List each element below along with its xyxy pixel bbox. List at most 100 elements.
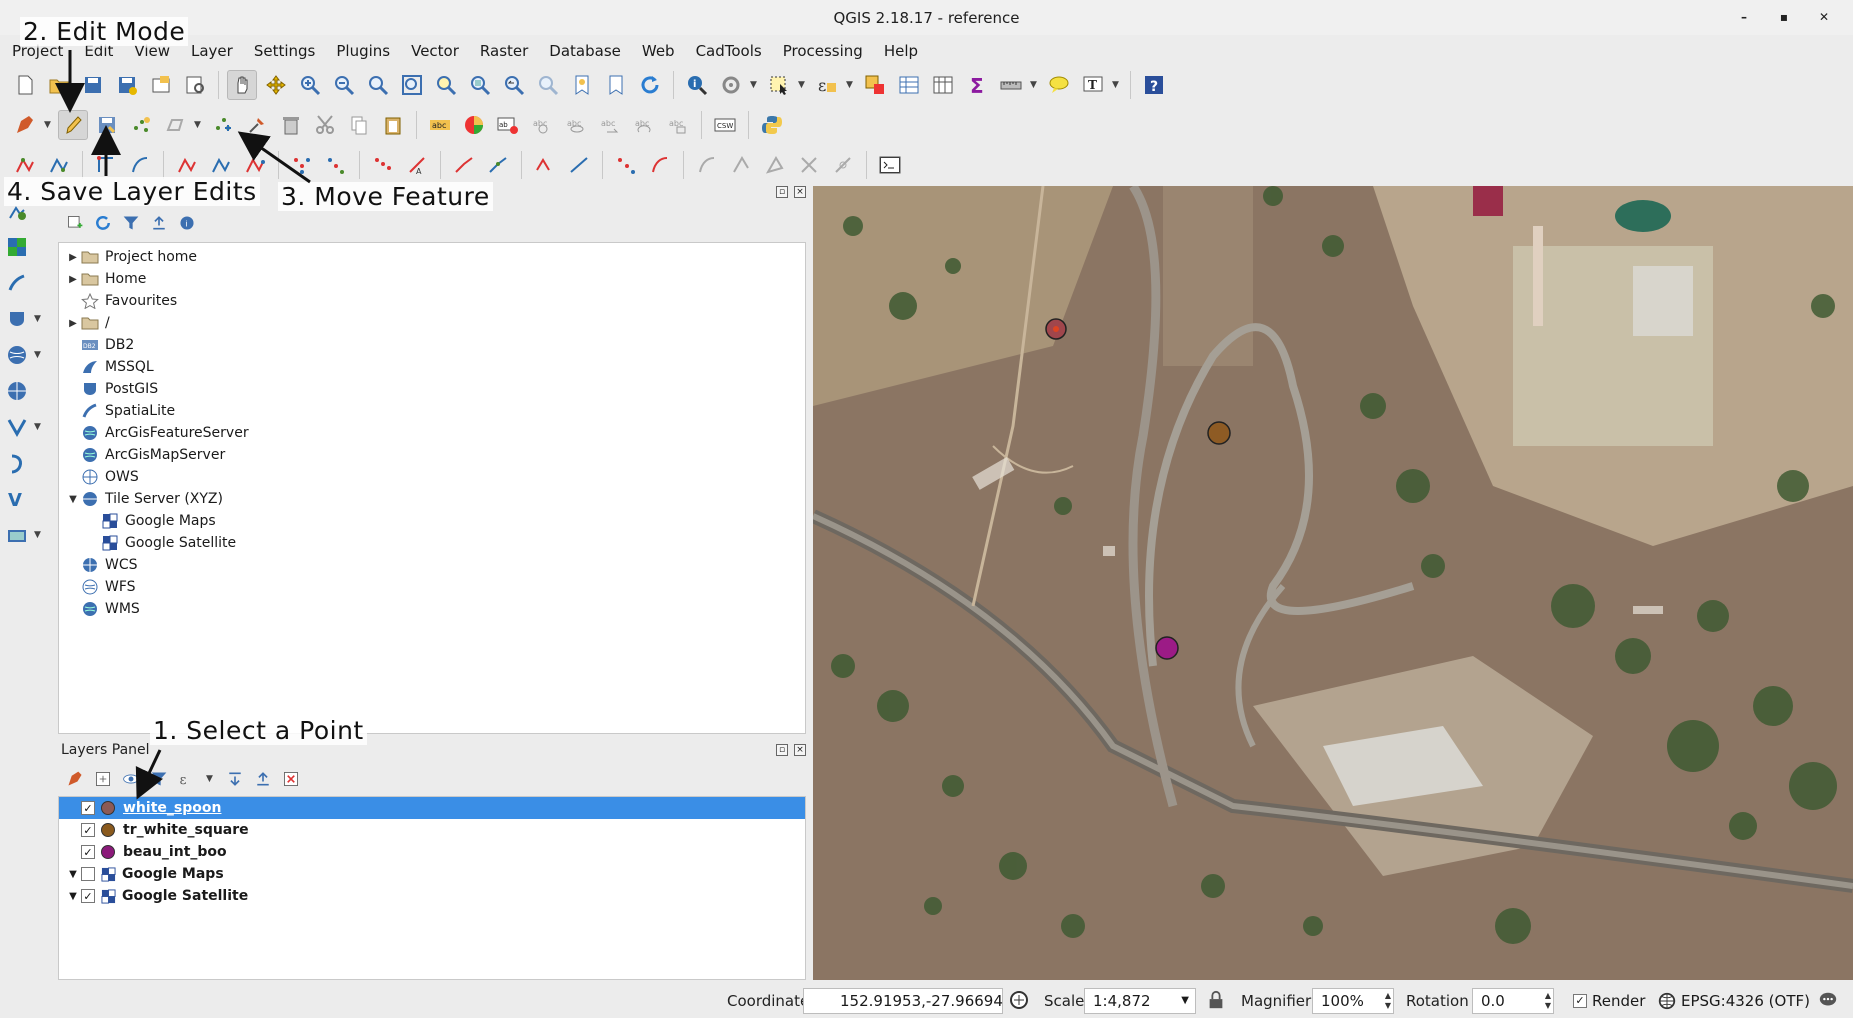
digitize-12-icon[interactable] bbox=[449, 150, 479, 180]
metasearch-icon[interactable]: CSW bbox=[710, 110, 740, 140]
add-raster-layer-icon[interactable] bbox=[6, 233, 28, 261]
info-icon[interactable]: i bbox=[178, 214, 196, 232]
toggle-editing-icon[interactable] bbox=[58, 110, 88, 140]
digitize-14-icon[interactable] bbox=[530, 150, 560, 180]
float-panel-icon[interactable]: ▫ bbox=[776, 744, 788, 756]
chevron-down-icon[interactable]: ▼ bbox=[206, 774, 216, 784]
move-label-icon[interactable]: abc bbox=[561, 110, 591, 140]
zoom-to-layer-icon[interactable] bbox=[465, 70, 495, 100]
cut-features-icon[interactable] bbox=[310, 110, 340, 140]
spin-arrows-icon[interactable]: ▲ ▼ bbox=[1385, 991, 1391, 1011]
zoom-out-icon[interactable] bbox=[329, 70, 359, 100]
composer-manager-icon[interactable] bbox=[180, 70, 210, 100]
chevron-down-icon[interactable]: ▼ bbox=[846, 80, 856, 90]
zoom-in-icon[interactable] bbox=[295, 70, 325, 100]
pan-to-selection-icon[interactable] bbox=[261, 70, 291, 100]
digitize-3-icon[interactable] bbox=[91, 150, 121, 180]
add-wms-icon[interactable]: ▼ bbox=[6, 341, 44, 369]
digitize-22-icon[interactable] bbox=[828, 150, 858, 180]
paste-features-icon[interactable] bbox=[378, 110, 408, 140]
browser-item-root[interactable]: ▶ / bbox=[59, 312, 805, 334]
delete-selected-icon[interactable] bbox=[276, 110, 306, 140]
attribute-table-icon[interactable] bbox=[894, 70, 924, 100]
layer-row-tr-white-square[interactable]: ✓ tr_white_square bbox=[59, 819, 805, 841]
refresh-icon[interactable] bbox=[94, 214, 112, 232]
label-tool-icon[interactable]: abc bbox=[663, 110, 693, 140]
expand-arrow-icon[interactable]: ▼ bbox=[65, 494, 81, 505]
browser-item-postgis[interactable]: PostGIS bbox=[59, 378, 805, 400]
new-gpx-icon[interactable] bbox=[6, 449, 28, 477]
collapse-all-icon[interactable] bbox=[254, 770, 272, 788]
lock-scale-icon[interactable] bbox=[1206, 989, 1226, 1015]
move-feature-icon[interactable] bbox=[208, 110, 238, 140]
identify-icon[interactable]: i bbox=[682, 70, 712, 100]
diagram-icon[interactable] bbox=[459, 110, 489, 140]
pin-labels-icon[interactable]: ab bbox=[493, 110, 523, 140]
expand-arrow-icon[interactable]: ▶ bbox=[65, 318, 81, 329]
rotation-spinbox[interactable]: 0.0 ▲ ▼ bbox=[1472, 987, 1554, 1014]
digitize-7-icon[interactable] bbox=[240, 150, 270, 180]
browser-item-spatialite[interactable]: SpatiaLite bbox=[59, 400, 805, 422]
add-spatialite-icon[interactable] bbox=[6, 269, 28, 297]
digitize-19-icon[interactable] bbox=[726, 150, 756, 180]
browser-item-mssql[interactable]: MSSQL bbox=[59, 356, 805, 378]
remove-layer-icon[interactable] bbox=[282, 770, 300, 788]
copy-features-icon[interactable] bbox=[344, 110, 374, 140]
text-annotation-icon[interactable]: T bbox=[1078, 70, 1108, 100]
refresh-icon[interactable] bbox=[635, 70, 665, 100]
close-panel-icon[interactable]: × bbox=[794, 744, 806, 756]
filter-by-expression-icon[interactable]: ε bbox=[178, 770, 196, 788]
layer-visibility-checkbox[interactable]: ✓ bbox=[81, 823, 95, 837]
new-project-icon[interactable] bbox=[10, 70, 40, 100]
menu-vector[interactable]: Vector bbox=[411, 42, 459, 60]
zoom-last-icon[interactable] bbox=[499, 70, 529, 100]
digitize-18-icon[interactable] bbox=[692, 150, 722, 180]
statistics-icon[interactable]: Σ bbox=[962, 70, 992, 100]
digitize-16-icon[interactable] bbox=[611, 150, 641, 180]
browser-item-tile-server[interactable]: ▼ Tile Server (XYZ) bbox=[59, 488, 805, 510]
chevron-down-icon[interactable]: ▼ bbox=[798, 80, 808, 90]
new-bookmark-icon[interactable] bbox=[567, 70, 597, 100]
browser-item-ows[interactable]: OWS bbox=[59, 466, 805, 488]
layer-row-google-satellite[interactable]: ▼ ✓ Google Satellite bbox=[59, 885, 805, 907]
layer-visibility-checkbox[interactable] bbox=[81, 867, 95, 881]
menu-help[interactable]: Help bbox=[884, 42, 918, 60]
digitize-13-icon[interactable] bbox=[483, 150, 513, 180]
add-virtual-layer-icon[interactable]: V bbox=[6, 485, 28, 513]
add-selected-layers-icon[interactable] bbox=[66, 214, 84, 232]
minimize-button[interactable]: – bbox=[1735, 8, 1753, 26]
expand-all-icon[interactable] bbox=[226, 770, 244, 788]
select-by-expression-icon[interactable]: ε bbox=[812, 70, 842, 100]
add-group-icon[interactable] bbox=[94, 770, 112, 788]
layer-row-google-maps[interactable]: ▼ Google Maps bbox=[59, 863, 805, 885]
measure-icon[interactable] bbox=[996, 70, 1026, 100]
maximize-button[interactable]: ▪ bbox=[1775, 8, 1793, 26]
messages-icon[interactable] bbox=[1817, 990, 1839, 1014]
digitize-15-icon[interactable] bbox=[564, 150, 594, 180]
terminal-icon[interactable] bbox=[875, 150, 905, 180]
add-part-icon[interactable] bbox=[160, 110, 190, 140]
browser-item-db2[interactable]: DB2 DB2 bbox=[59, 334, 805, 356]
zoom-actual-icon[interactable] bbox=[363, 70, 393, 100]
browser-item-arcgis-feature-server[interactable]: ArcGisFeatureServer bbox=[59, 422, 805, 444]
chevron-down-icon[interactable]: ▼ bbox=[1030, 80, 1040, 90]
field-calculator-icon[interactable] bbox=[928, 70, 958, 100]
render-checkbox[interactable]: ✓ Render bbox=[1573, 992, 1645, 1010]
select-features-icon[interactable] bbox=[764, 70, 794, 100]
browser-item-arcgis-map-server[interactable]: ArcGisMapServer bbox=[59, 444, 805, 466]
close-panel-icon[interactable]: × bbox=[794, 186, 806, 198]
browser-item-wfs[interactable]: WFS bbox=[59, 576, 805, 598]
browser-item-wcs[interactable]: WCS bbox=[59, 554, 805, 576]
menu-plugins[interactable]: Plugins bbox=[336, 42, 390, 60]
chevron-down-icon[interactable]: ▼ bbox=[194, 120, 204, 130]
menu-cadtools[interactable]: CadTools bbox=[696, 42, 762, 60]
save-project-icon[interactable] bbox=[78, 70, 108, 100]
browser-item-home[interactable]: ▶ Home bbox=[59, 268, 805, 290]
digitize-9-icon[interactable] bbox=[321, 150, 351, 180]
chevron-down-icon[interactable]: ▼ bbox=[34, 422, 44, 432]
layer-visibility-checkbox[interactable]: ✓ bbox=[81, 801, 95, 815]
map-tips-icon[interactable] bbox=[1044, 70, 1074, 100]
coordinate-field[interactable]: 152.91953,-27.96694 bbox=[803, 987, 1003, 1014]
filter-legend-icon[interactable] bbox=[150, 770, 168, 788]
show-bookmarks-icon[interactable] bbox=[601, 70, 631, 100]
